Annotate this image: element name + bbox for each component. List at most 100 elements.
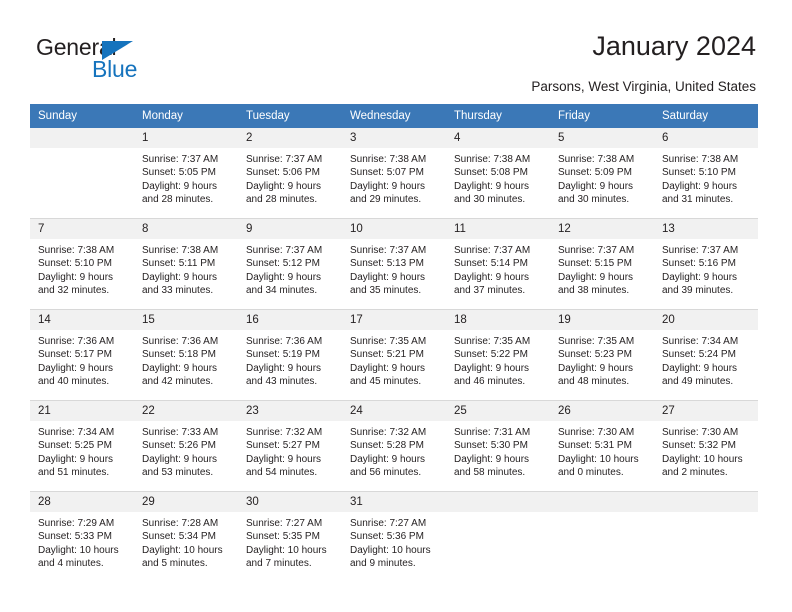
day-cell[interactable]: 4 Sunrise: 7:38 AM Sunset: 5:08 PM Dayli… <box>446 128 550 219</box>
day-cell[interactable]: 29 Sunrise: 7:28 AM Sunset: 5:34 PM Dayl… <box>134 491 238 582</box>
sunrise-text: Sunrise: 7:38 AM <box>454 154 531 165</box>
day-cell[interactable]: 5 Sunrise: 7:38 AM Sunset: 5:09 PM Dayli… <box>550 128 654 219</box>
sunrise-text: Sunrise: 7:38 AM <box>350 154 427 165</box>
day-cell[interactable]: 10 Sunrise: 7:37 AM Sunset: 5:13 PM Dayl… <box>342 218 446 310</box>
day-number <box>446 492 550 512</box>
day-info: Sunrise: 7:37 AM Sunset: 5:13 PM Dayligh… <box>342 239 446 298</box>
day-cell[interactable]: 20 Sunrise: 7:34 AM Sunset: 5:24 PM Dayl… <box>654 309 758 401</box>
day-cell[interactable]: 17 Sunrise: 7:35 AM Sunset: 5:21 PM Dayl… <box>342 309 446 401</box>
day-cell[interactable]: 28 Sunrise: 7:29 AM Sunset: 5:33 PM Dayl… <box>30 491 134 582</box>
daylight-text-line2: and 54 minutes. <box>246 467 318 479</box>
day-cell[interactable]: 1 Sunrise: 7:37 AM Sunset: 5:05 PM Dayli… <box>134 128 238 219</box>
day-info: Sunrise: 7:35 AM Sunset: 5:22 PM Dayligh… <box>446 330 550 389</box>
brand-logo[interactable]: General Blue <box>36 36 206 86</box>
daylight-text-line1: Daylight: 9 hours <box>454 180 530 192</box>
day-cell[interactable]: 15 Sunrise: 7:36 AM Sunset: 5:18 PM Dayl… <box>134 309 238 401</box>
sunrise-text: Sunrise: 7:34 AM <box>662 336 739 347</box>
daylight-text-line2: and 37 minutes. <box>454 285 526 297</box>
day-cell[interactable]: 25 Sunrise: 7:31 AM Sunset: 5:30 PM Dayl… <box>446 400 550 492</box>
sunrise-text: Sunrise: 7:37 AM <box>662 245 739 256</box>
day-cell[interactable]: 12 Sunrise: 7:37 AM Sunset: 5:15 PM Dayl… <box>550 218 654 310</box>
day-cell[interactable]: 22 Sunrise: 7:33 AM Sunset: 5:26 PM Dayl… <box>134 400 238 492</box>
sunset-text: Sunset: 5:23 PM <box>558 349 632 361</box>
day-number: 15 <box>134 310 238 330</box>
daylight-text-line2: and 43 minutes. <box>246 376 318 388</box>
day-cell[interactable]: 31 Sunrise: 7:27 AM Sunset: 5:36 PM Dayl… <box>342 491 446 582</box>
sunset-text: Sunset: 5:30 PM <box>454 440 528 452</box>
day-number: 11 <box>446 219 550 239</box>
sunrise-text: Sunrise: 7:37 AM <box>246 154 323 165</box>
page-subtitle: Parsons, West Virginia, United States <box>531 79 756 94</box>
daylight-text-line1: Daylight: 9 hours <box>558 180 634 192</box>
day-info: Sunrise: 7:38 AM Sunset: 5:09 PM Dayligh… <box>550 148 654 207</box>
day-cell[interactable]: 18 Sunrise: 7:35 AM Sunset: 5:22 PM Dayl… <box>446 309 550 401</box>
calendar-week-row: 7 Sunrise: 7:38 AM Sunset: 5:10 PM Dayli… <box>30 218 758 310</box>
day-number: 21 <box>30 401 134 421</box>
daylight-text-line1: Daylight: 9 hours <box>454 362 530 374</box>
sunrise-text: Sunrise: 7:38 AM <box>38 245 115 256</box>
day-cell[interactable] <box>550 491 654 582</box>
sunset-text: Sunset: 5:32 PM <box>662 440 736 452</box>
day-cell[interactable]: 13 Sunrise: 7:37 AM Sunset: 5:16 PM Dayl… <box>654 218 758 310</box>
day-cell[interactable]: 24 Sunrise: 7:32 AM Sunset: 5:28 PM Dayl… <box>342 400 446 492</box>
day-info: Sunrise: 7:37 AM Sunset: 5:16 PM Dayligh… <box>654 239 758 298</box>
sunrise-text: Sunrise: 7:38 AM <box>142 245 219 256</box>
day-number: 19 <box>550 310 654 330</box>
day-number: 25 <box>446 401 550 421</box>
daylight-text-line2: and 30 minutes. <box>558 194 630 206</box>
sunrise-text: Sunrise: 7:37 AM <box>350 245 427 256</box>
day-cell[interactable]: 16 Sunrise: 7:36 AM Sunset: 5:19 PM Dayl… <box>238 309 342 401</box>
daylight-text-line2: and 7 minutes. <box>246 558 312 570</box>
daylight-text-line2: and 34 minutes. <box>246 285 318 297</box>
day-number: 31 <box>342 492 446 512</box>
sunset-text: Sunset: 5:08 PM <box>454 167 528 179</box>
day-info: Sunrise: 7:34 AM Sunset: 5:24 PM Dayligh… <box>654 330 758 389</box>
sunset-text: Sunset: 5:22 PM <box>454 349 528 361</box>
day-cell[interactable]: 23 Sunrise: 7:32 AM Sunset: 5:27 PM Dayl… <box>238 400 342 492</box>
day-cell[interactable]: 2 Sunrise: 7:37 AM Sunset: 5:06 PM Dayli… <box>238 128 342 219</box>
day-info: Sunrise: 7:37 AM Sunset: 5:05 PM Dayligh… <box>134 148 238 207</box>
day-cell[interactable]: 11 Sunrise: 7:37 AM Sunset: 5:14 PM Dayl… <box>446 218 550 310</box>
daylight-text-line1: Daylight: 10 hours <box>246 544 327 556</box>
day-number: 28 <box>30 492 134 512</box>
day-cell[interactable]: 19 Sunrise: 7:35 AM Sunset: 5:23 PM Dayl… <box>550 309 654 401</box>
day-number: 27 <box>654 401 758 421</box>
sunset-text: Sunset: 5:12 PM <box>246 258 320 270</box>
page-header: General Blue January 2024 Parsons, West … <box>0 0 792 100</box>
day-cell[interactable] <box>654 491 758 582</box>
daylight-text-line2: and 31 minutes. <box>662 194 734 206</box>
day-cell[interactable]: 3 Sunrise: 7:38 AM Sunset: 5:07 PM Dayli… <box>342 128 446 219</box>
logo-text-blue: Blue <box>92 56 138 82</box>
sunset-text: Sunset: 5:05 PM <box>142 167 216 179</box>
day-cell[interactable]: 6 Sunrise: 7:38 AM Sunset: 5:10 PM Dayli… <box>654 128 758 219</box>
sunrise-text: Sunrise: 7:36 AM <box>142 336 219 347</box>
day-number: 18 <box>446 310 550 330</box>
daylight-text-line1: Daylight: 9 hours <box>454 271 530 283</box>
day-number: 6 <box>654 128 758 148</box>
day-cell[interactable] <box>446 491 550 582</box>
daylight-text-line2: and 38 minutes. <box>558 285 630 297</box>
sunset-text: Sunset: 5:25 PM <box>38 440 112 452</box>
calendar-week-row: 14 Sunrise: 7:36 AM Sunset: 5:17 PM Dayl… <box>30 309 758 401</box>
day-info: Sunrise: 7:37 AM Sunset: 5:14 PM Dayligh… <box>446 239 550 298</box>
day-info: Sunrise: 7:32 AM Sunset: 5:27 PM Dayligh… <box>238 421 342 480</box>
day-cell[interactable] <box>30 128 134 219</box>
calendar-week-row: 1 Sunrise: 7:37 AM Sunset: 5:05 PM Dayli… <box>30 128 758 219</box>
day-info: Sunrise: 7:35 AM Sunset: 5:23 PM Dayligh… <box>550 330 654 389</box>
daylight-text-line2: and 28 minutes. <box>142 194 214 206</box>
daylight-text-line2: and 28 minutes. <box>246 194 318 206</box>
day-cell[interactable]: 14 Sunrise: 7:36 AM Sunset: 5:17 PM Dayl… <box>30 309 134 401</box>
day-cell[interactable]: 21 Sunrise: 7:34 AM Sunset: 5:25 PM Dayl… <box>30 400 134 492</box>
calendar-table: Sunday Monday Tuesday Wednesday Thursday… <box>30 104 758 582</box>
day-cell[interactable]: 9 Sunrise: 7:37 AM Sunset: 5:12 PM Dayli… <box>238 218 342 310</box>
day-cell[interactable]: 26 Sunrise: 7:30 AM Sunset: 5:31 PM Dayl… <box>550 400 654 492</box>
day-cell[interactable]: 7 Sunrise: 7:38 AM Sunset: 5:10 PM Dayli… <box>30 218 134 310</box>
day-cell[interactable]: 8 Sunrise: 7:38 AM Sunset: 5:11 PM Dayli… <box>134 218 238 310</box>
sunrise-text: Sunrise: 7:37 AM <box>246 245 323 256</box>
sunrise-text: Sunrise: 7:38 AM <box>662 154 739 165</box>
daylight-text-line1: Daylight: 10 hours <box>662 453 743 465</box>
sunrise-text: Sunrise: 7:28 AM <box>142 518 219 529</box>
day-cell[interactable]: 30 Sunrise: 7:27 AM Sunset: 5:35 PM Dayl… <box>238 491 342 582</box>
day-cell[interactable]: 27 Sunrise: 7:30 AM Sunset: 5:32 PM Dayl… <box>654 400 758 492</box>
calendar-page: General Blue January 2024 Parsons, West … <box>0 0 792 612</box>
